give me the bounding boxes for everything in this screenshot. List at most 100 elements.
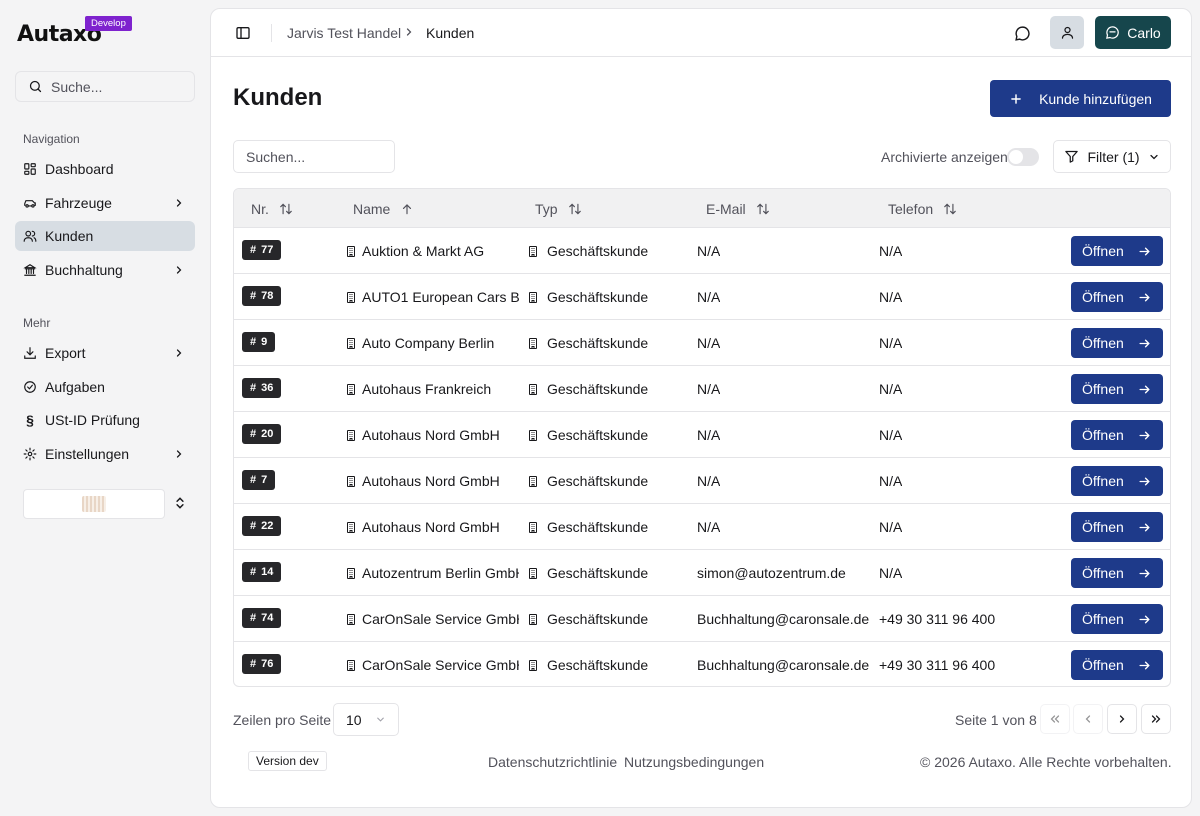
column-header-nr[interactable]: Nr. [251,201,293,217]
sidebar: Autaxo Develop Suche... Navigation Dashb… [0,0,210,816]
customers-table: Nr. Name Typ E-Mail Telefon #77 Auktion &… [233,188,1171,687]
customer-number-badge: #22 [242,516,282,536]
next-page-button[interactable] [1107,704,1137,734]
account-button[interactable]: Carlo [1095,16,1171,49]
open-button[interactable]: Öffnen [1071,236,1163,266]
customer-type-cell: Geschäftskunde [527,473,648,489]
sidebar-item-ust-id[interactable]: § USt-ID Prüfung [15,405,195,435]
filter-icon [1065,150,1079,163]
customer-number: 74 [261,612,274,624]
customer-email: N/A [697,519,721,535]
hash-icon: # [250,382,257,394]
column-header-name[interactable]: Name [353,201,414,217]
filter-button[interactable]: Filter (1) [1053,140,1171,173]
logo[interactable]: Autaxo Develop [17,16,137,48]
customer-number-badge: #74 [242,608,282,628]
sidebar-toggle-icon[interactable] [235,25,251,41]
customer-phone: +49 30 311 96 400 [879,657,996,673]
user-button[interactable] [1050,16,1084,49]
terms-link[interactable]: Nutzungsbedingungen [624,754,764,770]
open-button-label: Öffnen [1082,289,1124,305]
privacy-link[interactable]: Datenschutzrichtlinie [488,754,617,770]
sidebar-item-label: Einstellungen [45,446,130,462]
building-icon [527,245,539,258]
customer-name-cell: Autohaus Nord GmbH [345,473,519,489]
chevron-right-icon [176,450,182,458]
version-badge: Version dev [248,751,327,771]
customer-number-badge: #7 [242,470,276,490]
column-label: Nr. [251,201,269,217]
open-button-label: Öffnen [1082,243,1124,259]
open-button[interactable]: Öffnen [1071,650,1163,680]
table-row[interactable]: #74 CarOnSale Service GmbH Geschäftskunde B… [234,596,1170,642]
table-row[interactable]: #14 Autozentrum Berlin GmbH Geschäftskunde… [234,550,1170,596]
chevrons-up-down-icon[interactable] [173,495,187,511]
chevron-right-icon [406,28,412,36]
customer-number: 7 [261,474,268,486]
table-row[interactable]: #9 Auto Company Berlin Geschäftskunde N/A N/… [234,320,1170,366]
open-button[interactable]: Öffnen [1071,512,1163,542]
open-button[interactable]: Öffnen [1071,282,1163,312]
table-row[interactable]: #22 Autohaus Nord GmbH Geschäftskunde N/A N/… [234,504,1170,550]
building-icon [345,383,357,396]
sidebar-item-buchhaltung[interactable]: Buchhaltung [15,255,195,285]
topbar-divider [271,24,272,42]
open-button-label: Öffnen [1082,565,1124,581]
building-icon [527,429,539,442]
prev-page-button[interactable] [1073,704,1103,734]
customer-type: Geschäftskunde [547,427,649,443]
building-icon [527,475,539,488]
hash-icon: # [250,612,257,624]
rows-per-page-select[interactable]: 10 [333,703,399,736]
open-button[interactable]: Öffnen [1071,420,1163,450]
open-button-label: Öffnen [1082,519,1124,535]
customer-number-badge: #77 [242,240,282,260]
table-row[interactable]: #36 Autohaus Frankreich Geschäftskunde N/A N… [234,366,1170,412]
search-icon [29,80,42,93]
customer-type: Geschäftskunde [547,657,649,673]
arrow-right-icon [1139,661,1150,669]
first-page-button[interactable] [1040,704,1070,734]
open-button[interactable]: Öffnen [1071,466,1163,496]
dashboard-icon [23,162,37,176]
customer-phone: N/A [879,381,903,397]
sidebar-item-fahrzeuge[interactable]: Fahrzeuge [15,188,195,218]
sidebar-item-export[interactable]: Export [15,338,195,368]
add-customer-button[interactable]: Kunde hinzufügen [990,80,1171,117]
customer-name: Autohaus Nord GmbH [362,473,500,489]
arrow-right-icon [1139,293,1150,301]
table-row[interactable]: #78 AUTO1 European Cars B.V. Geschäftskund… [234,274,1170,320]
column-header-email[interactable]: E-Mail [706,201,770,217]
sidebar-item-kunden[interactable]: Kunden [15,221,195,251]
sidebar-item-aufgaben[interactable]: Aufgaben [15,372,195,402]
customer-type-cell: Geschäftskunde [527,381,648,397]
archived-toggle[interactable] [1007,148,1039,166]
table-row[interactable]: #20 Autohaus Nord GmbH Geschäftskunde N/A N/… [234,412,1170,458]
hash-icon: # [250,658,257,670]
column-label: Typ [535,201,558,217]
column-header-type[interactable]: Typ [535,201,582,217]
sidebar-item-dashboard[interactable]: Dashboard [15,154,195,184]
customer-search-input[interactable] [233,140,395,173]
arrow-right-icon [1139,247,1150,255]
open-button[interactable]: Öffnen [1071,328,1163,358]
breadcrumb-parent[interactable]: Jarvis Test Handel [287,25,401,41]
last-page-button[interactable] [1141,704,1171,734]
sidebar-item-einstellungen[interactable]: Einstellungen [15,439,195,469]
sidebar-search[interactable]: Suche... [15,71,195,102]
building-icon [345,429,357,442]
open-button[interactable]: Öffnen [1071,604,1163,634]
customer-name-cell: Autohaus Frankreich [345,381,519,397]
customer-name-cell: CarOnSale Service GmbH [345,611,519,627]
section-icon: § [26,412,34,428]
table-row[interactable]: #76 CarOnSale Service GmbH Geschäftskunde B… [234,642,1170,686]
open-button[interactable]: Öffnen [1071,374,1163,404]
table-row[interactable]: #77 Auktion & Markt AG Geschäftskunde N/A N/… [234,228,1170,274]
team-selector[interactable] [23,489,165,519]
sort-icon [280,203,292,215]
column-header-phone[interactable]: Telefon [888,201,957,217]
table-row[interactable]: #7 Autohaus Nord GmbH Geschäftskunde N/A N/A… [234,458,1170,504]
open-button[interactable]: Öffnen [1071,558,1163,588]
chat-button[interactable] [1010,21,1034,45]
env-badge: Develop [85,16,132,31]
